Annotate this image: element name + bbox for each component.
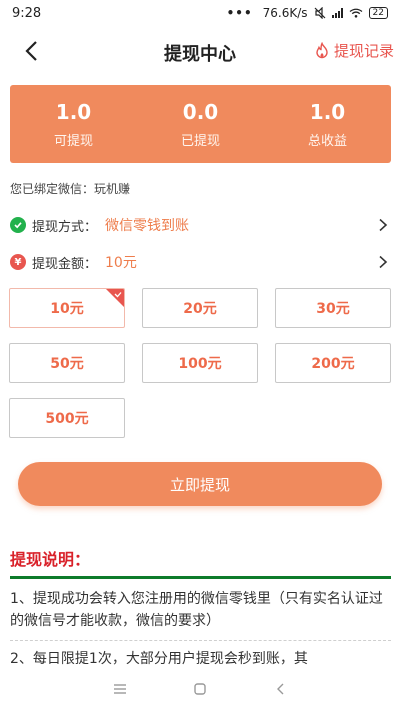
earnings-summary-card: 1.0 可提现 0.0 已提现 1.0 总收益: [10, 85, 391, 163]
mute-icon: [314, 7, 325, 19]
wifi-icon: [349, 8, 362, 18]
stat-label: 总收益: [307, 133, 347, 149]
chevron-right-icon: [379, 218, 388, 232]
dashed-divider: [10, 640, 391, 641]
wechat-check-icon: [10, 217, 26, 233]
wechat-bind-info: 您已绑定微信：玩机赚: [10, 182, 131, 196]
stat-label: 已提现: [180, 133, 220, 149]
fire-icon: [316, 41, 328, 58]
amount-option-label: 200元: [311, 356, 355, 372]
amount-option-10[interactable]: 10元: [9, 288, 125, 328]
home-button[interactable]: [190, 679, 210, 699]
withdraw-record-link[interactable]: 提现记录: [313, 40, 394, 61]
amount-option-200[interactable]: 200元: [275, 343, 391, 383]
amount-option-500[interactable]: 500元: [9, 398, 125, 438]
amount-option-30[interactable]: 30元: [275, 288, 391, 328]
system-back-button[interactable]: [270, 679, 290, 699]
amount-option-label: 100元: [178, 356, 222, 372]
status-icons: ••• 76.6K/s 22: [227, 6, 388, 20]
record-label: 提现记录: [333, 42, 394, 60]
back-icon: [277, 683, 284, 695]
chevron-right-icon: [379, 255, 388, 269]
home-icon: [194, 683, 206, 695]
amount-option-label: 20元: [183, 301, 217, 317]
yen-icon: ¥: [10, 254, 26, 270]
amount-option-label: 30元: [316, 301, 350, 317]
amount-option-50[interactable]: 50元: [9, 343, 125, 383]
explain-title: 提现说明：: [10, 550, 91, 569]
explain-item: 1、提现成功会转入您注册用的微信零钱里（只有实名认证过的微信号才能收款，微信的要…: [10, 591, 383, 629]
stat-value: 1.0: [309, 99, 346, 124]
amount-option-100[interactable]: 100元: [142, 343, 258, 383]
amount-option-20[interactable]: 20元: [142, 288, 258, 328]
amount-option-label: 50元: [50, 356, 84, 372]
method-label: 提现方式：: [32, 219, 98, 235]
amount-value: 10元: [105, 255, 137, 271]
system-nav-bar: [0, 668, 400, 710]
method-value: 微信零钱到账: [105, 218, 190, 234]
network-speed: 76.6K/s: [262, 6, 308, 20]
stat-value: 1.0: [55, 99, 92, 124]
stat-available: 1.0 可提现: [10, 85, 137, 163]
withdraw-method-row[interactable]: 提现方式： 微信零钱到账: [10, 212, 390, 238]
header: 提现中心 提现记录: [0, 30, 400, 74]
notification-dots: •••: [226, 6, 253, 20]
menu-icon: [114, 684, 126, 694]
selected-corner-icon: [106, 289, 124, 307]
stat-total-income: 1.0 总收益: [264, 85, 391, 163]
status-bar: 9:28 ••• 76.6K/s 22: [0, 0, 400, 26]
amount-label: 提现金额：: [32, 256, 98, 272]
stat-label: 可提现: [53, 133, 93, 149]
status-time: 9:28: [12, 5, 42, 21]
amount-option-label: 500元: [45, 411, 89, 427]
signal-icon: [331, 8, 343, 18]
withdraw-now-button[interactable]: 立即提现: [18, 462, 382, 506]
amount-option-label: 10元: [50, 301, 84, 317]
stat-value: 0.0: [182, 99, 219, 124]
recent-apps-button[interactable]: [110, 679, 130, 699]
divider: [10, 576, 391, 579]
explain-item: 2、每日限提1次，大部分用户提现会秒到账，其: [10, 651, 308, 667]
stat-withdrawn: 0.0 已提现: [137, 85, 264, 163]
withdraw-amount-row[interactable]: ¥ 提现金额： 10元: [10, 249, 390, 275]
battery-icon: 22: [368, 7, 388, 19]
